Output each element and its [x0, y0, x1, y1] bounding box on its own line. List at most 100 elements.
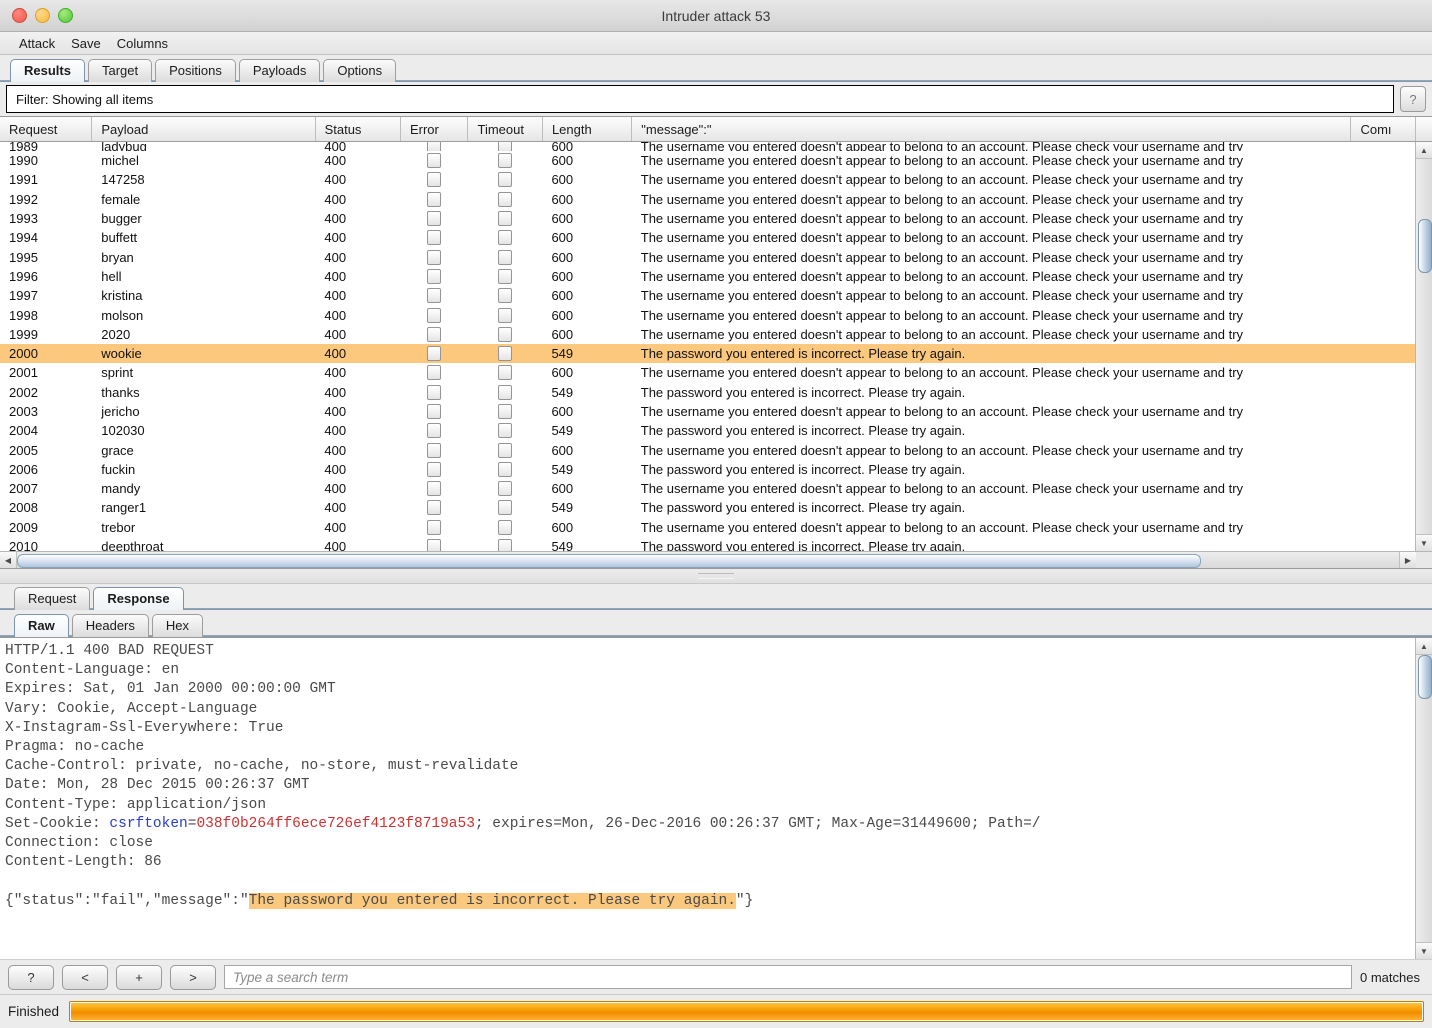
column-header-status[interactable]: Status	[316, 117, 401, 141]
table-row[interactable]: 2010deepthroat400549The password you ent…	[0, 537, 1415, 551]
table-row[interactable]: 1989ladybug400600The username you entere…	[0, 142, 1415, 151]
table-row[interactable]: 1995bryan400600The username you entered …	[0, 247, 1415, 266]
timeout-checkbox[interactable]	[498, 230, 512, 245]
table-row[interactable]: 2004102030400549The password you entered…	[0, 421, 1415, 440]
tab-raw[interactable]: Raw	[14, 614, 69, 637]
table-row[interactable]: 2002thanks400549The password you entered…	[0, 383, 1415, 402]
table-row[interactable]: 1994buffett400600The username you entere…	[0, 228, 1415, 247]
search-input[interactable]: Type a search term	[224, 965, 1352, 989]
tab-target[interactable]: Target	[88, 59, 152, 82]
response-vscroll-thumb[interactable]	[1418, 655, 1432, 699]
timeout-checkbox[interactable]	[498, 346, 512, 361]
timeout-checkbox[interactable]	[498, 423, 512, 438]
table-row[interactable]: 1991147258400600The username you entered…	[0, 170, 1415, 189]
timeout-checkbox[interactable]	[498, 404, 512, 419]
table-row[interactable]: 2009trebor400600The username you entered…	[0, 518, 1415, 537]
menu-columns[interactable]: Columns	[109, 36, 176, 51]
table-row[interactable]: 1998molson400600The username you entered…	[0, 305, 1415, 324]
timeout-checkbox[interactable]	[498, 308, 512, 323]
scroll-down-icon[interactable]: ▼	[1416, 534, 1432, 551]
table-row[interactable]: 2001sprint400600The username you entered…	[0, 363, 1415, 382]
tab-response[interactable]: Response	[93, 587, 183, 610]
search-next-button[interactable]: >	[170, 965, 216, 990]
timeout-checkbox[interactable]	[498, 481, 512, 496]
tab-hex[interactable]: Hex	[152, 614, 203, 637]
timeout-checkbox[interactable]	[498, 539, 512, 551]
vscroll-thumb[interactable]	[1418, 219, 1432, 273]
timeout-checkbox[interactable]	[498, 443, 512, 458]
tab-headers[interactable]: Headers	[72, 614, 149, 637]
timeout-checkbox[interactable]	[498, 172, 512, 187]
table-row[interactable]: 2005grace400600The username you entered …	[0, 440, 1415, 459]
error-checkbox[interactable]	[427, 269, 441, 284]
column-header-error[interactable]: Error	[401, 117, 469, 141]
error-checkbox[interactable]	[427, 153, 441, 168]
tab-request[interactable]: Request	[14, 587, 90, 610]
tab-results[interactable]: Results	[10, 59, 85, 82]
table-row[interactable]: 1992female400600The username you entered…	[0, 190, 1415, 209]
error-checkbox[interactable]	[427, 288, 441, 303]
column-header-length[interactable]: Length	[543, 117, 632, 141]
table-row[interactable]: 2008ranger1400549The password you entere…	[0, 498, 1415, 517]
table-row[interactable]: 1990michel400600The username you entered…	[0, 151, 1415, 170]
tab-payloads[interactable]: Payloads	[239, 59, 320, 82]
table-row[interactable]: 1996hell400600The username you entered d…	[0, 267, 1415, 286]
timeout-checkbox[interactable]	[498, 327, 512, 342]
timeout-checkbox[interactable]	[498, 385, 512, 400]
error-checkbox[interactable]	[427, 327, 441, 342]
response-vscroll-track[interactable]	[1416, 655, 1432, 942]
timeout-checkbox[interactable]	[498, 211, 512, 226]
timeout-checkbox[interactable]	[498, 288, 512, 303]
table-row[interactable]: 19992020400600The username you entered d…	[0, 325, 1415, 344]
error-checkbox[interactable]	[427, 481, 441, 496]
response-scroll-up-icon[interactable]: ▲	[1416, 638, 1432, 655]
error-checkbox[interactable]	[427, 423, 441, 438]
table-row[interactable]: 2000wookie400549The password you entered…	[0, 344, 1415, 363]
scroll-right-icon[interactable]: ▶	[1399, 552, 1416, 568]
filter-bar[interactable]: Filter: Showing all items	[6, 85, 1394, 113]
error-checkbox[interactable]	[427, 443, 441, 458]
timeout-checkbox[interactable]	[498, 365, 512, 380]
scroll-left-icon[interactable]: ◀	[0, 552, 17, 568]
search-help-button[interactable]: ?	[8, 965, 54, 990]
table-row[interactable]: 2006fuckin400549The password you entered…	[0, 460, 1415, 479]
menu-save[interactable]: Save	[63, 36, 109, 51]
error-checkbox[interactable]	[427, 365, 441, 380]
timeout-checkbox[interactable]	[498, 250, 512, 265]
table-row[interactable]: 2003jericho400600The username you entere…	[0, 402, 1415, 421]
timeout-checkbox[interactable]	[498, 269, 512, 284]
column-header-request[interactable]: Request	[0, 117, 92, 141]
error-checkbox[interactable]	[427, 520, 441, 535]
error-checkbox[interactable]	[427, 385, 441, 400]
column-header-timeout[interactable]: Timeout	[468, 117, 542, 141]
timeout-checkbox[interactable]	[498, 500, 512, 515]
tab-positions[interactable]: Positions	[155, 59, 236, 82]
panel-splitter[interactable]	[0, 569, 1432, 584]
error-checkbox[interactable]	[427, 250, 441, 265]
error-checkbox[interactable]	[427, 539, 441, 551]
table-row[interactable]: 1993bugger400600The username you entered…	[0, 209, 1415, 228]
table-row[interactable]: 1997kristina400600The username you enter…	[0, 286, 1415, 305]
error-checkbox[interactable]	[427, 211, 441, 226]
error-checkbox[interactable]	[427, 142, 441, 151]
timeout-checkbox[interactable]	[498, 520, 512, 535]
timeout-checkbox[interactable]	[498, 462, 512, 477]
error-checkbox[interactable]	[427, 500, 441, 515]
scroll-up-icon[interactable]: ▲	[1416, 142, 1432, 159]
table-horizontal-scrollbar[interactable]: ◀ ▶	[0, 551, 1432, 568]
hscroll-track[interactable]	[17, 552, 1399, 568]
table-row[interactable]: 2007mandy400600The username you entered …	[0, 479, 1415, 498]
error-checkbox[interactable]	[427, 192, 441, 207]
column-header-message[interactable]: "message":"	[632, 117, 1351, 141]
timeout-checkbox[interactable]	[498, 192, 512, 207]
error-checkbox[interactable]	[427, 404, 441, 419]
error-checkbox[interactable]	[427, 308, 441, 323]
error-checkbox[interactable]	[427, 346, 441, 361]
column-header-comment[interactable]: Comı	[1351, 117, 1416, 141]
error-checkbox[interactable]	[427, 172, 441, 187]
timeout-checkbox[interactable]	[498, 153, 512, 168]
hscroll-thumb[interactable]	[17, 554, 1201, 568]
error-checkbox[interactable]	[427, 462, 441, 477]
search-add-button[interactable]: +	[116, 965, 162, 990]
timeout-checkbox[interactable]	[498, 142, 512, 151]
